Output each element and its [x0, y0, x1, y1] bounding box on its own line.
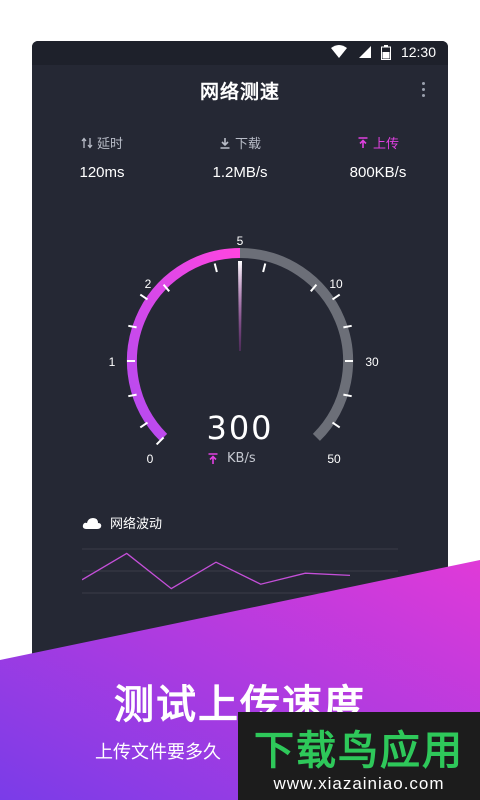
battery-icon [380, 44, 391, 60]
upload-icon [208, 452, 218, 464]
stat-value-upload: 800KB/s [349, 164, 407, 181]
status-time: 12:30 [400, 44, 436, 60]
overflow-menu-icon[interactable] [420, 79, 426, 103]
scale-label-2: 2 [145, 277, 152, 291]
stat-label-upload: 上传 [372, 137, 399, 152]
download-icon [220, 137, 230, 149]
promo-subtitle: 上传文件要多久 [95, 742, 221, 763]
status-bar: 12:30 [32, 41, 448, 65]
cloud-icon [82, 517, 102, 529]
stat-latency: 延时 120ms [42, 133, 162, 181]
network-wave-chart [82, 548, 398, 594]
gauge-needle [238, 261, 242, 351]
stat-download: 下载 1.2MB/s [180, 133, 300, 181]
watermark-url: www.xiazainiao.com [273, 774, 445, 793]
scale-label-0: 0 [147, 452, 154, 466]
wifi-icon [330, 45, 347, 58]
stat-value-latency: 120ms [79, 164, 125, 181]
scale-label-50: 50 [327, 452, 341, 466]
stats-row: 延时 120ms 下载 1.2MB/s 上传 800KB/s [32, 133, 448, 193]
signal-icon [358, 46, 371, 58]
status-icons: 12:30 [330, 44, 436, 60]
wave-title-label: 网络波动 [110, 517, 163, 532]
stat-value-download: 1.2MB/s [212, 164, 268, 181]
scale-label-30: 30 [365, 355, 379, 369]
current-speed-value: 300 [206, 409, 274, 447]
scale-label-1: 1 [109, 355, 116, 369]
speed-unit-label: KB/s [227, 451, 256, 466]
watermark-badge: 下载鸟应用 www.xiazainiao.com [238, 712, 480, 800]
title-bar: 网络测速 [32, 65, 448, 117]
scale-label-5: 5 [237, 234, 244, 248]
scale-label-10: 10 [329, 277, 343, 291]
phone-screen: 12:30 网络测速 延时 120ms 下载 1.2MB/s 上传 800KB/… [32, 41, 448, 681]
stat-label-latency: 延时 [96, 137, 123, 152]
page-title: 网络测速 [199, 81, 280, 103]
speed-unit: KB/s [207, 451, 256, 466]
stat-upload: 上传 800KB/s [318, 133, 438, 181]
wave-section-title: 网络波动 [82, 513, 162, 532]
latency-arrows-icon [81, 136, 93, 149]
upload-icon [358, 136, 368, 148]
watermark-title: 下载鸟应用 [254, 728, 464, 774]
stat-label-download: 下载 [234, 137, 261, 152]
